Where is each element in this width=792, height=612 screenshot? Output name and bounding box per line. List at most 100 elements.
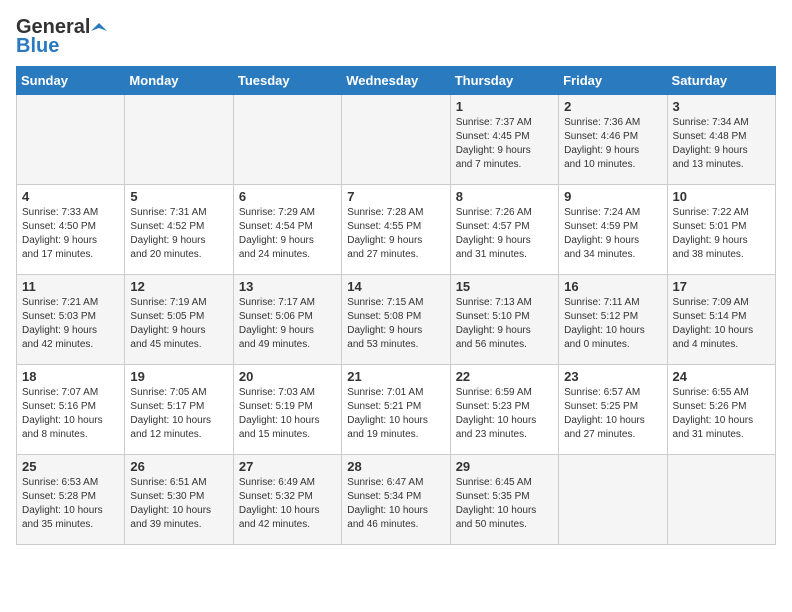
calendar-cell: 8 Sunrise: 7:26 AM Sunset: 4:57 PM Daylig… (450, 185, 558, 275)
day-info: Sunrise: 7:28 AM Sunset: 4:55 PM Dayligh… (347, 206, 444, 262)
day-info: Sunrise: 6:57 AM Sunset: 5:25 PM Dayligh… (564, 386, 661, 442)
calendar-cell: 29 Sunrise: 6:45 AM Sunset: 5:35 PM Dayli… (450, 455, 558, 545)
calendar-cell: 27 Sunrise: 6:49 AM Sunset: 5:32 PM Dayli… (233, 455, 341, 545)
day-info: Sunrise: 6:55 AM Sunset: 5:26 PM Dayligh… (673, 386, 770, 442)
day-info: Sunrise: 7:31 AM Sunset: 4:52 PM Dayligh… (130, 206, 227, 262)
day-number: 10 (673, 189, 770, 204)
weekday-header-saturday: Saturday (667, 67, 775, 95)
calendar-cell: 18 Sunrise: 7:07 AM Sunset: 5:16 PM Dayli… (17, 365, 125, 455)
day-number: 19 (130, 369, 227, 384)
calendar-cell: 15 Sunrise: 7:13 AM Sunset: 5:10 PM Dayli… (450, 275, 558, 365)
calendar-cell: 14 Sunrise: 7:15 AM Sunset: 5:08 PM Dayli… (342, 275, 450, 365)
calendar-cell: 11 Sunrise: 7:21 AM Sunset: 5:03 PM Dayli… (17, 275, 125, 365)
day-number: 24 (673, 369, 770, 384)
day-info: Sunrise: 6:49 AM Sunset: 5:32 PM Dayligh… (239, 476, 336, 532)
day-number: 3 (673, 99, 770, 114)
weekday-header-monday: Monday (125, 67, 233, 95)
day-info: Sunrise: 6:59 AM Sunset: 5:23 PM Dayligh… (456, 386, 553, 442)
calendar-cell: 3 Sunrise: 7:34 AM Sunset: 4:48 PM Daylig… (667, 95, 775, 185)
day-number: 27 (239, 459, 336, 474)
calendar-week-3: 11 Sunrise: 7:21 AM Sunset: 5:03 PM Dayli… (17, 275, 776, 365)
page-header: General Blue (16, 16, 776, 58)
day-info: Sunrise: 7:13 AM Sunset: 5:10 PM Dayligh… (456, 296, 553, 352)
calendar-cell: 25 Sunrise: 6:53 AM Sunset: 5:28 PM Dayli… (17, 455, 125, 545)
calendar-cell: 23 Sunrise: 6:57 AM Sunset: 5:25 PM Dayli… (559, 365, 667, 455)
day-number: 2 (564, 99, 661, 114)
day-number: 22 (456, 369, 553, 384)
day-info: Sunrise: 6:47 AM Sunset: 5:34 PM Dayligh… (347, 476, 444, 532)
logo-blue: Blue (16, 35, 59, 58)
calendar-cell (342, 95, 450, 185)
weekday-header-wednesday: Wednesday (342, 67, 450, 95)
day-number: 11 (22, 279, 119, 294)
header-row: SundayMondayTuesdayWednesdayThursdayFrid… (17, 67, 776, 95)
day-number: 4 (22, 189, 119, 204)
day-number: 13 (239, 279, 336, 294)
logo: General Blue (16, 16, 108, 58)
calendar-cell: 22 Sunrise: 6:59 AM Sunset: 5:23 PM Dayli… (450, 365, 558, 455)
day-info: Sunrise: 7:01 AM Sunset: 5:21 PM Dayligh… (347, 386, 444, 442)
day-number: 6 (239, 189, 336, 204)
day-number: 1 (456, 99, 553, 114)
calendar-cell: 7 Sunrise: 7:28 AM Sunset: 4:55 PM Daylig… (342, 185, 450, 275)
day-info: Sunrise: 7:19 AM Sunset: 5:05 PM Dayligh… (130, 296, 227, 352)
calendar-cell: 10 Sunrise: 7:22 AM Sunset: 5:01 PM Dayli… (667, 185, 775, 275)
day-info: Sunrise: 7:33 AM Sunset: 4:50 PM Dayligh… (22, 206, 119, 262)
calendar-cell: 5Sunrise: 7:31 AM Sunset: 4:52 PM Daylig… (125, 185, 233, 275)
day-info: Sunrise: 7:15 AM Sunset: 5:08 PM Dayligh… (347, 296, 444, 352)
day-number: 20 (239, 369, 336, 384)
calendar-table: SundayMondayTuesdayWednesdayThursdayFrid… (16, 66, 776, 545)
calendar-cell: 6 Sunrise: 7:29 AM Sunset: 4:54 PM Daylig… (233, 185, 341, 275)
calendar-week-4: 18 Sunrise: 7:07 AM Sunset: 5:16 PM Dayli… (17, 365, 776, 455)
day-info: Sunrise: 7:05 AM Sunset: 5:17 PM Dayligh… (130, 386, 227, 442)
calendar-cell (233, 95, 341, 185)
day-number: 25 (22, 459, 119, 474)
calendar-cell: 16 Sunrise: 7:11 AM Sunset: 5:12 PM Dayli… (559, 275, 667, 365)
day-number: 23 (564, 369, 661, 384)
day-number: 18 (22, 369, 119, 384)
calendar-cell: 20Sunrise: 7:03 AM Sunset: 5:19 PM Dayli… (233, 365, 341, 455)
day-info: Sunrise: 7:11 AM Sunset: 5:12 PM Dayligh… (564, 296, 661, 352)
calendar-cell: 19 Sunrise: 7:05 AM Sunset: 5:17 PM Dayli… (125, 365, 233, 455)
day-number: 7 (347, 189, 444, 204)
calendar-cell: 17 Sunrise: 7:09 AM Sunset: 5:14 PM Dayli… (667, 275, 775, 365)
calendar-cell: 1Sunrise: 7:37 AM Sunset: 4:45 PM Daylig… (450, 95, 558, 185)
calendar-header: SundayMondayTuesdayWednesdayThursdayFrid… (17, 67, 776, 95)
calendar-cell: 4 Sunrise: 7:33 AM Sunset: 4:50 PM Daylig… (17, 185, 125, 275)
day-number: 9 (564, 189, 661, 204)
day-number: 16 (564, 279, 661, 294)
day-number: 28 (347, 459, 444, 474)
calendar-cell: 9 Sunrise: 7:24 AM Sunset: 4:59 PM Daylig… (559, 185, 667, 275)
calendar-cell: 2Sunrise: 7:36 AM Sunset: 4:46 PM Daylig… (559, 95, 667, 185)
calendar-cell: 21Sunrise: 7:01 AM Sunset: 5:21 PM Dayli… (342, 365, 450, 455)
day-info: Sunrise: 7:26 AM Sunset: 4:57 PM Dayligh… (456, 206, 553, 262)
day-info: Sunrise: 7:24 AM Sunset: 4:59 PM Dayligh… (564, 206, 661, 262)
day-info: Sunrise: 6:51 AM Sunset: 5:30 PM Dayligh… (130, 476, 227, 532)
calendar-body: 1Sunrise: 7:37 AM Sunset: 4:45 PM Daylig… (17, 95, 776, 545)
calendar-cell (559, 455, 667, 545)
day-number: 15 (456, 279, 553, 294)
weekday-header-friday: Friday (559, 67, 667, 95)
day-info: Sunrise: 7:09 AM Sunset: 5:14 PM Dayligh… (673, 296, 770, 352)
calendar-cell: 26Sunrise: 6:51 AM Sunset: 5:30 PM Dayli… (125, 455, 233, 545)
calendar-cell (125, 95, 233, 185)
day-info: Sunrise: 7:07 AM Sunset: 5:16 PM Dayligh… (22, 386, 119, 442)
day-number: 8 (456, 189, 553, 204)
day-info: Sunrise: 7:34 AM Sunset: 4:48 PM Dayligh… (673, 116, 770, 172)
day-info: Sunrise: 7:29 AM Sunset: 4:54 PM Dayligh… (239, 206, 336, 262)
weekday-header-tuesday: Tuesday (233, 67, 341, 95)
logo-bird-icon (91, 21, 107, 37)
day-info: Sunrise: 7:21 AM Sunset: 5:03 PM Dayligh… (22, 296, 119, 352)
weekday-header-thursday: Thursday (450, 67, 558, 95)
day-number: 29 (456, 459, 553, 474)
day-number: 17 (673, 279, 770, 294)
day-number: 14 (347, 279, 444, 294)
day-info: Sunrise: 6:45 AM Sunset: 5:35 PM Dayligh… (456, 476, 553, 532)
day-info: Sunrise: 7:22 AM Sunset: 5:01 PM Dayligh… (673, 206, 770, 262)
day-info: Sunrise: 6:53 AM Sunset: 5:28 PM Dayligh… (22, 476, 119, 532)
weekday-header-sunday: Sunday (17, 67, 125, 95)
day-info: Sunrise: 7:17 AM Sunset: 5:06 PM Dayligh… (239, 296, 336, 352)
calendar-week-5: 25 Sunrise: 6:53 AM Sunset: 5:28 PM Dayli… (17, 455, 776, 545)
calendar-cell: 12Sunrise: 7:19 AM Sunset: 5:05 PM Dayli… (125, 275, 233, 365)
calendar-week-1: 1Sunrise: 7:37 AM Sunset: 4:45 PM Daylig… (17, 95, 776, 185)
